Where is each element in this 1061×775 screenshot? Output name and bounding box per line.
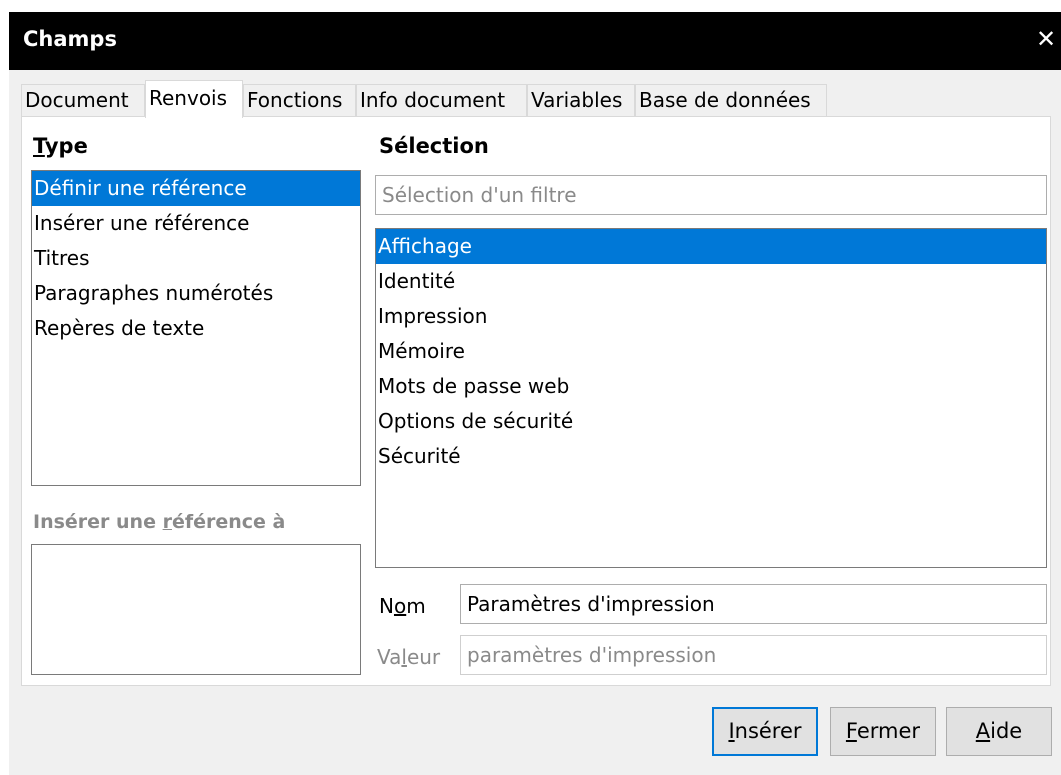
list-item[interactable]: Définir une référence bbox=[32, 171, 360, 206]
help-button[interactable]: Aide bbox=[946, 707, 1052, 756]
list-item[interactable]: Sécurité bbox=[376, 439, 1046, 474]
list-item[interactable]: Paragraphes numérotés bbox=[32, 276, 360, 311]
name-field[interactable]: Paramètres d'impression bbox=[460, 584, 1047, 624]
list-item[interactable]: Titres bbox=[32, 241, 360, 276]
name-label: Nom bbox=[379, 594, 426, 618]
selection-heading: Sélection bbox=[379, 134, 489, 158]
type-heading: Type bbox=[33, 134, 88, 158]
list-item[interactable]: Insérer une référence bbox=[32, 206, 360, 241]
tab-fonctions[interactable]: Fonctions bbox=[243, 84, 356, 116]
list-item[interactable]: Impression bbox=[376, 299, 1046, 334]
value-label: Valeur bbox=[377, 645, 441, 669]
value-field[interactable]: paramètres d'impression bbox=[460, 635, 1047, 675]
insert-button[interactable]: Insérer bbox=[712, 707, 818, 756]
insert-reference-heading: Insérer une référence à bbox=[33, 511, 286, 533]
tab-info-document[interactable]: Info document bbox=[356, 84, 527, 116]
insert-reference-list[interactable] bbox=[31, 544, 361, 675]
tab-document[interactable]: Document bbox=[21, 84, 145, 116]
filter-placeholder: Sélection d'un filtre bbox=[382, 183, 577, 207]
tab-renvois[interactable]: Renvois bbox=[145, 80, 243, 118]
list-item[interactable]: Identité bbox=[376, 264, 1046, 299]
window-title: Champs bbox=[23, 27, 117, 51]
list-item[interactable]: Mots de passe web bbox=[376, 369, 1046, 404]
title-bar: Champs ✕ bbox=[9, 12, 1061, 70]
filter-input[interactable]: Sélection d'un filtre bbox=[375, 175, 1047, 215]
list-item[interactable]: Mémoire bbox=[376, 334, 1046, 369]
tab-variables[interactable]: Variables bbox=[527, 84, 635, 116]
list-item[interactable]: Affichage bbox=[376, 229, 1046, 264]
list-item[interactable]: Repères de texte bbox=[32, 311, 360, 346]
close-icon[interactable]: ✕ bbox=[1033, 26, 1059, 52]
list-item[interactable]: Options de sécurité bbox=[376, 404, 1046, 439]
selection-list[interactable]: Affichage Identité Impression Mémoire Mo… bbox=[375, 228, 1047, 568]
close-button[interactable]: Fermer bbox=[830, 707, 936, 756]
type-list[interactable]: Définir une référence Insérer une référe… bbox=[31, 170, 361, 486]
tab-base-de-donnees[interactable]: Base de données bbox=[635, 84, 827, 116]
